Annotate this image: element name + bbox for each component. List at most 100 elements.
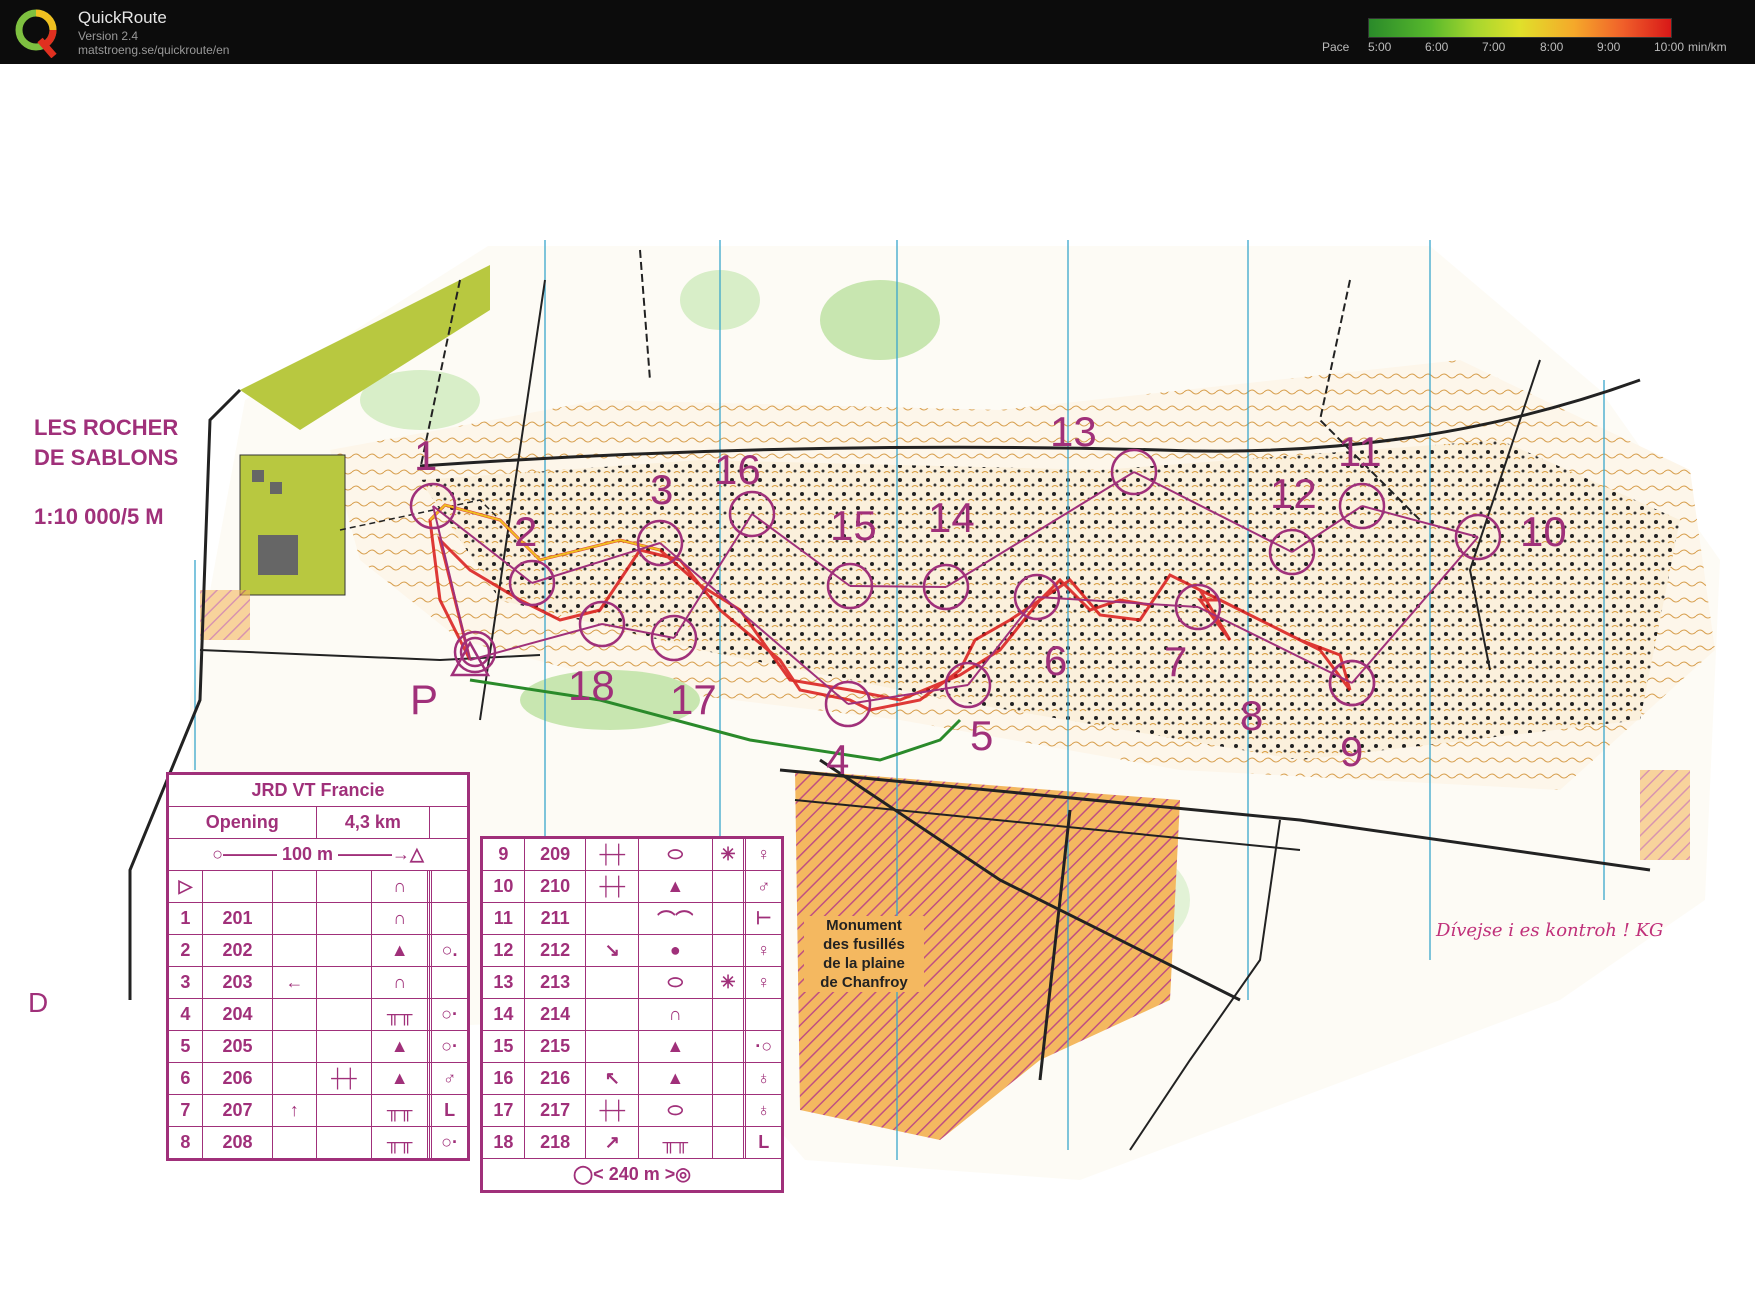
pace-unit: min/km [1688, 40, 1727, 54]
description-cell-code: 216 [523, 1062, 587, 1095]
description-cell-d: ⬭ [638, 1094, 713, 1127]
description-cell-d: ∩ [638, 998, 713, 1031]
description-cell-code: 202 [201, 934, 274, 967]
description-cell-code: 205 [201, 1030, 274, 1063]
description-cell-e: ✳ [711, 838, 745, 871]
start-label: P [410, 676, 438, 723]
description-cell-n: 16 [482, 1062, 525, 1095]
app-version: Version 2.4 [78, 29, 139, 43]
description-cell-g: ·○ [745, 1030, 782, 1063]
description-row: 15 215 ▲ ·○ [482, 1030, 782, 1063]
pace-tick: 5:00 [1368, 40, 1392, 54]
description-cell-n: 7 [168, 1094, 203, 1127]
control-number: 9 [1340, 728, 1363, 775]
orienteering-map[interactable]: 1 2 3 4 5 6 7 8 9 10 11 12 13 14 15 16 1… [0, 64, 1755, 1307]
quickroute-logo-icon [15, 9, 57, 58]
description-row: 1 201 ∩ [168, 902, 468, 935]
description-cell-e [711, 902, 745, 935]
description-cell-d: ▲ [638, 1030, 713, 1063]
description-cell-code: 215 [523, 1030, 587, 1063]
description-cell-d [315, 1030, 373, 1063]
description-cell-e [711, 1062, 745, 1095]
description-row: 7 207 ↑ ╥╥ L [168, 1094, 468, 1127]
control-number: 3 [650, 466, 673, 513]
app-url[interactable]: matstroeng.se/quickroute/en [78, 43, 229, 57]
control-number: 15 [830, 502, 877, 549]
description-cell-d: ╥╥ [638, 1126, 713, 1159]
description-row: 9 209 ┼┼ ⬭ ✳ ♀ [482, 838, 782, 871]
description-cell-d: ⌒⌒ [638, 902, 713, 935]
course-name: JRD VT Francie [168, 774, 468, 807]
description-row: 6 206 ┼┼ ▲ ♂ [168, 1062, 468, 1095]
pace-color-scale [1368, 18, 1672, 38]
title-bar: QuickRoute Version 2.4 matstroeng.se/qui… [0, 0, 1755, 64]
description-cell-c: ┼┼ [585, 1094, 640, 1127]
start-distance: ○——— 100 m ———→△ [168, 838, 468, 871]
monument-line: de Chanfroy [820, 974, 908, 991]
description-cell-n: 18 [482, 1126, 525, 1159]
description-cell-c [585, 966, 640, 999]
control-number: 17 [670, 676, 717, 723]
description-cell-e: ╥╥ [371, 1094, 429, 1127]
description-cell-code: 208 [201, 1126, 274, 1159]
description-cell-c: ↖ [585, 1062, 640, 1095]
description-cell-n: 15 [482, 1030, 525, 1063]
description-cell-d [315, 902, 373, 935]
description-cell-n: 8 [168, 1126, 203, 1159]
description-cell-h: ♂ [431, 1062, 468, 1095]
description-cell-d [315, 934, 373, 967]
monument-line: des fusillés [823, 936, 905, 953]
description-cell-g: L [745, 1126, 782, 1159]
map-scale: 1:10 000/5 M [34, 504, 164, 529]
description-cell-e: ╥╥ [371, 1126, 429, 1159]
description-cell-n: 14 [482, 998, 525, 1031]
description-cell-e: ✳ [711, 966, 745, 999]
description-cell-c [585, 1030, 640, 1063]
description-row: 4 204 ╥╥ ○· [168, 998, 468, 1031]
description-cell-code: 209 [523, 838, 587, 871]
map-title-line1: LES ROCHER [34, 415, 179, 440]
description-cell-h: L [431, 1094, 468, 1127]
pace-label: Pace [1322, 40, 1350, 54]
description-cell-e: ▲ [371, 1062, 429, 1095]
description-cell-code: 214 [523, 998, 587, 1031]
description-cell-n: 1 [168, 902, 203, 935]
app-title: QuickRoute [78, 8, 167, 27]
description-cell-g: ♀ [745, 934, 782, 967]
description-cell-code: 204 [201, 998, 274, 1031]
description-cell-n: 11 [482, 902, 525, 935]
description-row: 3 203 ← ∩ [168, 966, 468, 999]
description-cell-h: ○· [431, 1126, 468, 1159]
description-cell-code: 203 [201, 966, 274, 999]
description-row: 17 217 ┼┼ ⬭ ♁ [482, 1094, 782, 1127]
description-cell-c [272, 1062, 317, 1095]
description-cell-c [272, 998, 317, 1031]
control-description-left: JRD VT Francie Opening 4,3 km ○——— 100 m… [166, 772, 470, 1161]
description-cell-c: ↑ [272, 1094, 317, 1127]
description-row: 18 218 ↗ ╥╥ L [482, 1126, 782, 1159]
description-cell-h: ○. [431, 934, 468, 967]
description-cell-d: ● [638, 934, 713, 967]
description-cell-c [272, 902, 317, 935]
description-cell-c: ↗ [585, 1126, 640, 1159]
control-number: 18 [568, 662, 615, 709]
map-title-line2: DE SABLONS [34, 445, 179, 470]
description-cell-n: 17 [482, 1094, 525, 1127]
description-cell-e [711, 934, 745, 967]
course-class: Opening [168, 806, 317, 839]
monument-line: de la plaine [823, 955, 905, 972]
description-cell-e: ∩ [371, 966, 429, 999]
description-cell-c [585, 998, 640, 1031]
description-cell-e: ∩ [371, 902, 429, 935]
description-cell-code: 218 [523, 1126, 587, 1159]
description-cell-g: ♀ [745, 838, 782, 871]
description-cell-e [711, 1126, 745, 1159]
pace-tick: 10:00 [1654, 40, 1685, 54]
description-cell-e: ▲ [371, 934, 429, 967]
description-cell-d: ┼┼ [315, 1062, 373, 1095]
description-cell-c: ┼┼ [585, 870, 640, 903]
description-cell-code: 206 [201, 1062, 274, 1095]
control-number: 10 [1520, 508, 1567, 555]
description-cell-n: 3 [168, 966, 203, 999]
description-cell-g: ♂ [745, 870, 782, 903]
